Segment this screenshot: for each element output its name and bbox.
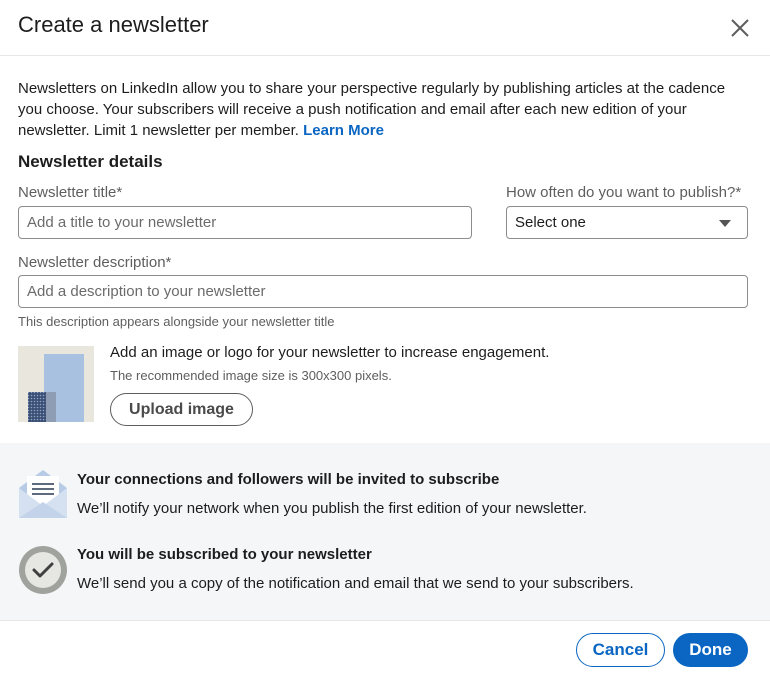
subscription-info-section: Your connections and followers will be i… (0, 443, 770, 620)
image-upload-subtitle: The recommended image size is 300x300 pi… (110, 368, 392, 383)
publish-frequency-label: How often do you want to publish?* (506, 184, 742, 201)
checkmark-circle-icon (19, 546, 67, 594)
subscribe-info-title: You will be subscribed to your newslette… (77, 546, 372, 563)
newsletter-title-field (18, 206, 472, 239)
image-upload-title: Add an image or logo for your newsletter… (110, 344, 550, 361)
close-button[interactable] (724, 12, 756, 44)
description-helper-text: This description appears alongside your … (18, 314, 335, 329)
cancel-button[interactable]: Cancel (576, 633, 665, 667)
newsletter-description-input[interactable] (19, 276, 747, 307)
upload-image-button[interactable]: Upload image (110, 393, 253, 426)
footer-divider (0, 620, 770, 621)
newsletter-image-placeholder (18, 346, 94, 422)
image-placeholder-icon (18, 346, 94, 422)
learn-more-link[interactable]: Learn More (303, 122, 384, 139)
publish-frequency-value: Select one (515, 214, 586, 231)
done-button[interactable]: Done (673, 633, 748, 667)
envelope-icon (19, 470, 67, 518)
chevron-down-icon (719, 220, 731, 227)
invite-info-title: Your connections and followers will be i… (77, 471, 500, 488)
newsletter-title-label: Newsletter title* (18, 184, 123, 201)
newsletter-title-input[interactable] (19, 207, 471, 238)
newsletter-description-label: Newsletter description* (18, 254, 172, 271)
close-icon (731, 19, 749, 37)
subscribe-info-text: We’ll send you a copy of the notificatio… (77, 575, 634, 592)
invite-info-text: We’ll notify your network when you publi… (77, 500, 587, 517)
intro-paragraph: Newsletters on LinkedIn allow you to sha… (18, 78, 753, 141)
dialog-title: Create a newsletter (18, 12, 209, 37)
publish-frequency-select[interactable]: Select one (506, 206, 748, 239)
newsletter-description-field (18, 275, 748, 308)
dialog-header: Create a newsletter (0, 0, 770, 56)
section-heading-details: Newsletter details (18, 152, 163, 171)
